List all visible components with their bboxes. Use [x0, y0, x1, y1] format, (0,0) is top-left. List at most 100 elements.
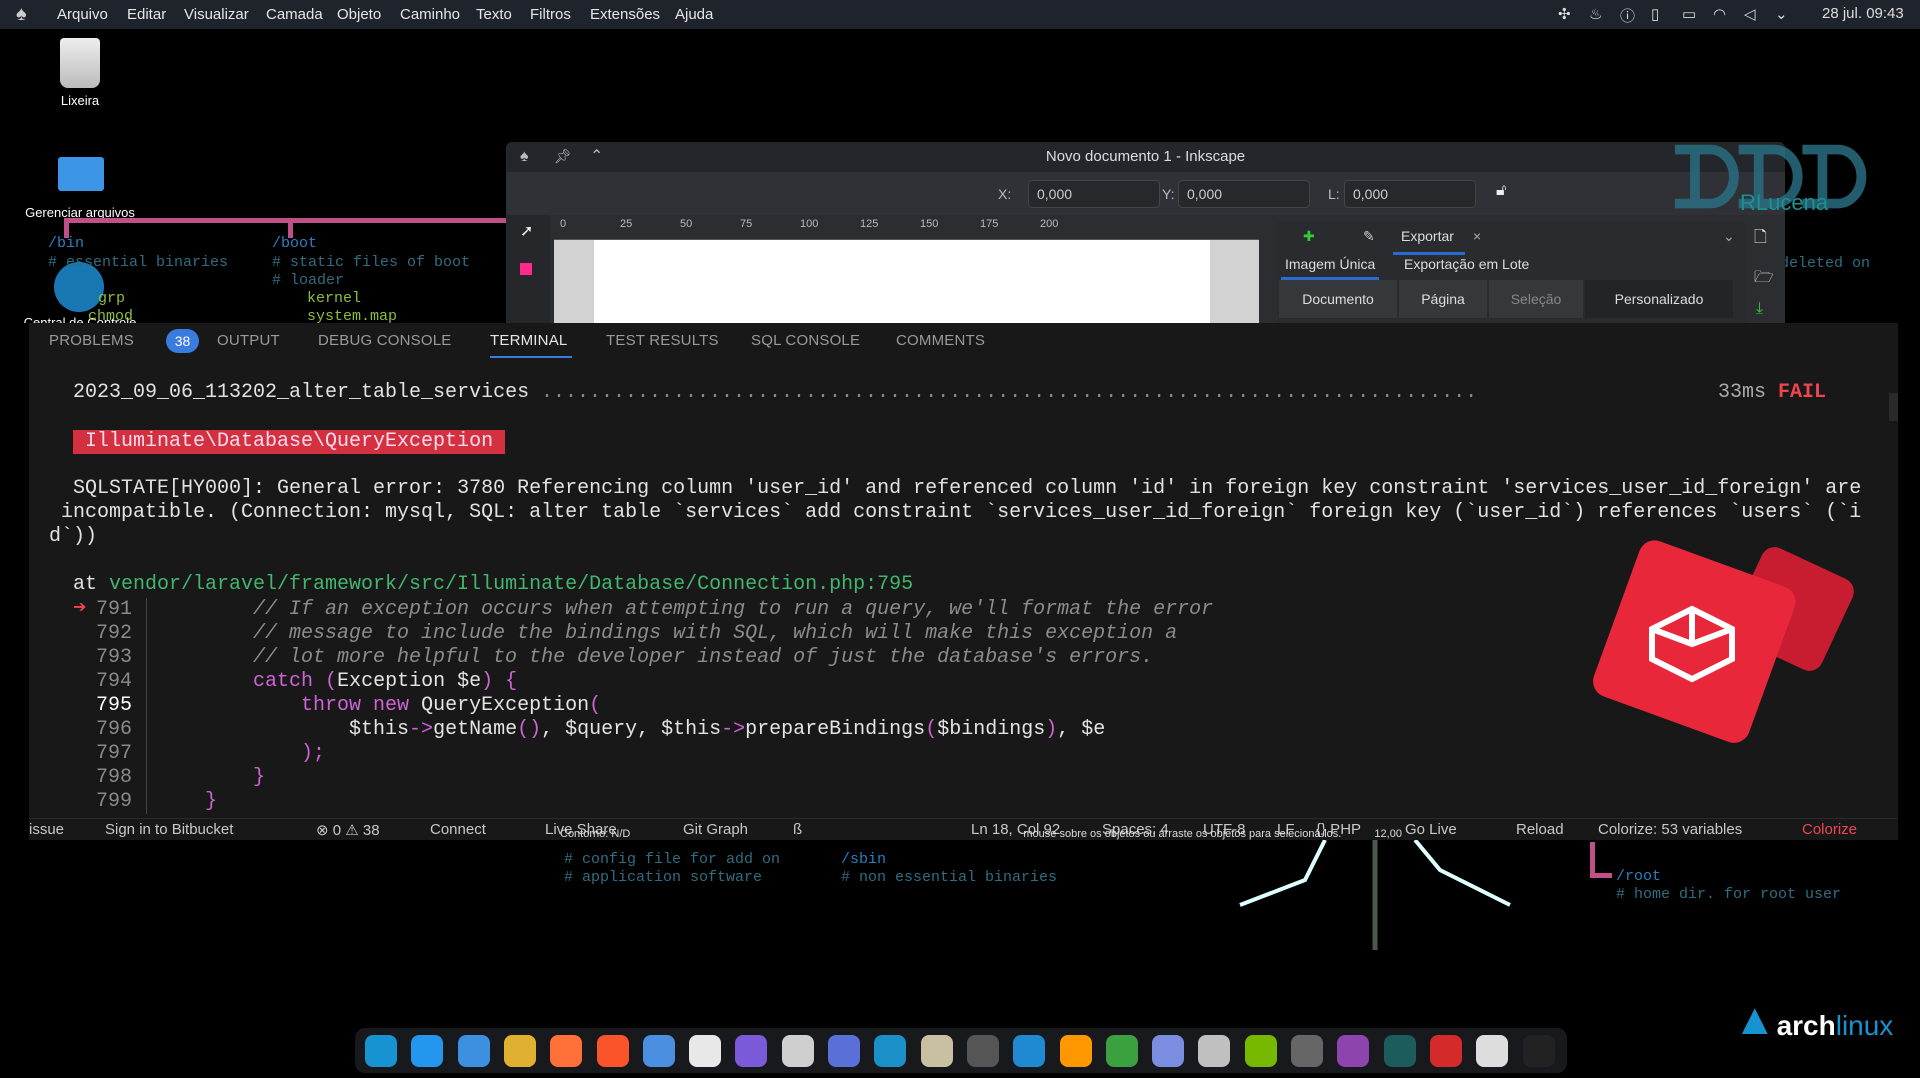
dock-arch-launcher-icon[interactable]: [365, 1035, 397, 1067]
window-title[interactable]: Novo documento 1 - Inkscape: [506, 142, 1785, 172]
desktop-icon-label[interactable]: Central de Controle: [0, 316, 160, 323]
dock-inkscape-icon[interactable]: [1291, 1035, 1323, 1067]
fill-stroke-icon[interactable]: ✚: [1303, 228, 1315, 245]
tab-sql-console[interactable]: SQL CONSOLE: [751, 332, 860, 349]
folder-icon[interactable]: [58, 157, 104, 191]
status-item[interactable]: Reload: [1516, 821, 1564, 838]
tab-terminal[interactable]: TERMINAL: [490, 332, 567, 349]
scrollbar[interactable]: [1889, 393, 1898, 421]
clipboard-icon[interactable]: ▯: [1651, 5, 1659, 23]
area-selection-button[interactable]: Seleção: [1489, 280, 1583, 318]
canvas[interactable]: [554, 240, 1259, 323]
dock-control-center-icon[interactable]: [828, 1035, 860, 1067]
dock-thunderbird-icon[interactable]: [642, 1035, 675, 1067]
chevron-down-icon[interactable]: ⌄: [1775, 5, 1788, 23]
menu-caminho[interactable]: Caminho: [400, 6, 460, 23]
tab-output[interactable]: OUTPUT: [217, 332, 280, 349]
save-icon[interactable]: ⤓: [1756, 300, 1763, 318]
status-item[interactable]: issue: [29, 821, 64, 838]
code-token: (: [925, 718, 938, 741]
chevron-down-icon[interactable]: ⌄: [1723, 228, 1735, 245]
dock-files-icon[interactable]: [457, 1035, 490, 1067]
x-field[interactable]: 0,000: [1028, 180, 1160, 208]
menu-arquivo[interactable]: Arquivo: [57, 6, 108, 23]
dock-text-editor-icon[interactable]: [1152, 1035, 1185, 1067]
wifi-icon[interactable]: ◠: [1713, 5, 1726, 23]
menu-camada[interactable]: Camada: [266, 6, 323, 23]
dock-brave-icon[interactable]: [596, 1035, 629, 1067]
volume-icon[interactable]: ◁: [1744, 5, 1756, 23]
clock[interactable]: 28 jul. 09:43: [1822, 5, 1904, 22]
area-document-button[interactable]: Documento: [1279, 280, 1397, 318]
dock: [355, 1028, 1567, 1073]
dock-thermometer-icon[interactable]: [1198, 1035, 1231, 1067]
file-path-link[interactable]: vendor/laravel/framework/src/Illuminate/…: [109, 573, 913, 597]
dock-gitkraken-icon[interactable]: [1383, 1035, 1416, 1067]
status-item[interactable]: ⊗ 0 ⚠ 38: [316, 821, 380, 839]
color-swatch[interactable]: [520, 263, 532, 275]
status-item[interactable]: Sign in to Bitbucket: [105, 821, 233, 838]
y-field[interactable]: 0,000: [1178, 180, 1310, 208]
dock-hs-icon[interactable]: [1105, 1035, 1138, 1067]
desktop-icon-label[interactable]: Lixeira: [0, 93, 160, 108]
display-icon[interactable]: ▭: [1682, 5, 1696, 23]
status-item[interactable]: Colorize: [1802, 821, 1857, 838]
zoom-value[interactable]: 12,00: [1374, 828, 1402, 840]
tab-test-results[interactable]: TEST RESULTS: [606, 332, 719, 349]
subtab-single-image[interactable]: Imagem Única: [1281, 256, 1380, 280]
width-field[interactable]: 0,000: [1344, 180, 1476, 208]
horizontal-ruler: 0 25 50 75 100 125 150 175 200: [554, 215, 1259, 240]
selector-tool-icon[interactable]: ➚: [520, 221, 533, 241]
ruler-tick-label: 50: [680, 218, 693, 230]
tab-debug-console[interactable]: DEBUG CONSOLE: [318, 332, 451, 349]
dock-obs-icon[interactable]: [1337, 1035, 1370, 1067]
menu-objeto[interactable]: Objeto: [337, 6, 381, 23]
dock-tux-icon[interactable]: [920, 1035, 953, 1067]
archlinux-logo-text: linux: [1835, 1010, 1894, 1041]
menu-filtros[interactable]: Filtros: [530, 6, 571, 23]
pin-icon[interactable]: 📌︎: [554, 148, 572, 165]
trash-icon[interactable]: [60, 38, 100, 88]
dock-notes-icon[interactable]: [735, 1035, 768, 1067]
dock-chrome-icon[interactable]: [503, 1035, 536, 1067]
menu-ajuda[interactable]: Ajuda: [675, 6, 713, 23]
chevron-up-double-icon[interactable]: ⌃: [590, 146, 603, 166]
dock-terminal-icon[interactable]: [966, 1035, 999, 1067]
menu-extensões[interactable]: Extensões: [590, 6, 660, 23]
open-folder-icon[interactable]: 🗁︎: [1754, 266, 1774, 293]
edit-icon[interactable]: ✎: [1363, 228, 1375, 245]
dock-slack-icon[interactable]: [689, 1035, 722, 1067]
area-custom-button[interactable]: Personalizado: [1585, 280, 1733, 318]
dock-power-icon[interactable]: [1522, 1035, 1555, 1067]
dock-filezilla-icon[interactable]: [1429, 1035, 1462, 1067]
menu-visualizar[interactable]: Visualizar: [184, 6, 249, 23]
dock-vscode-icon[interactable]: [1013, 1035, 1046, 1067]
menu-texto[interactable]: Texto: [476, 6, 512, 23]
inkscape-app-icon[interactable]: ♠: [16, 3, 27, 26]
slack-icon[interactable]: ✣: [1558, 5, 1571, 23]
dock-trash-icon[interactable]: [1476, 1035, 1509, 1067]
problems-count-badge: 38: [166, 329, 199, 353]
dock-docker-icon[interactable]: [411, 1035, 444, 1067]
area-page-button[interactable]: Página: [1399, 280, 1487, 318]
line-number: 797: [95, 742, 132, 765]
tab-export[interactable]: Exportar ×: [1393, 222, 1481, 255]
tab-comments[interactable]: COMMENTS: [896, 332, 985, 349]
flame-icon[interactable]: ♨: [1589, 5, 1602, 23]
status-item[interactable]: Colorize: 53 variables: [1598, 821, 1742, 838]
status-item[interactable]: Connect: [430, 821, 486, 838]
dock-sublime-icon[interactable]: [1059, 1035, 1092, 1067]
dock-firefox-icon[interactable]: [550, 1035, 583, 1067]
code-token: ->: [409, 718, 434, 741]
menu-editar[interactable]: Editar: [127, 6, 166, 23]
new-document-icon[interactable]: 🗋︎: [1754, 226, 1767, 253]
dock-nvidia-icon[interactable]: [1244, 1035, 1277, 1067]
status-item[interactable]: Go Live: [1405, 821, 1457, 838]
dock-system-monitor-icon[interactable]: [781, 1035, 814, 1067]
tab-problems[interactable]: PROBLEMS: [49, 332, 134, 349]
subtab-batch-export[interactable]: Exportação em Lote: [1404, 256, 1529, 272]
dock-settings-icon[interactable]: [874, 1035, 907, 1067]
close-icon[interactable]: ×: [1473, 228, 1481, 244]
info-icon[interactable]: ⓘ: [1620, 5, 1635, 26]
unlock-icon[interactable]: 🔓︎: [1496, 182, 1506, 200]
